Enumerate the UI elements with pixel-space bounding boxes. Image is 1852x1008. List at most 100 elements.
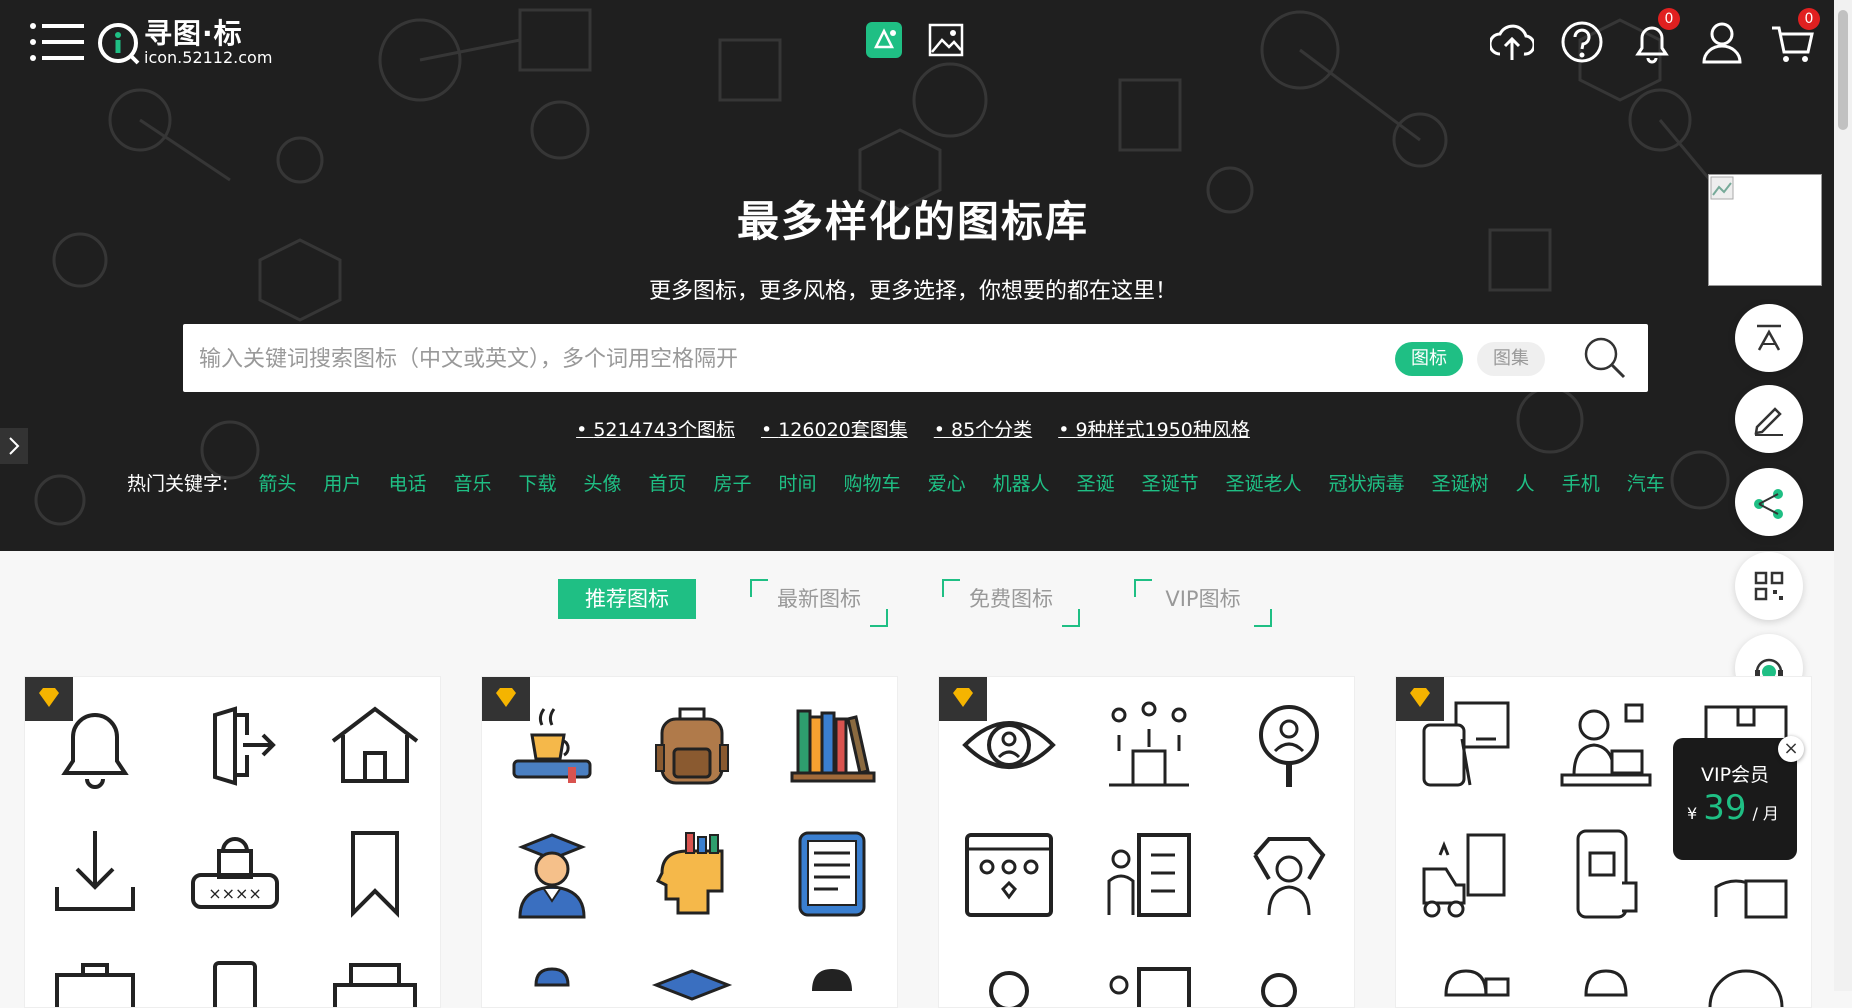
task-list-person-icon: [1107, 833, 1191, 917]
tab-free[interactable]: 免费图标: [942, 579, 1080, 627]
ai-design-icon[interactable]: [866, 22, 902, 58]
vip-price: ¥ 39 / 月: [1687, 788, 1779, 828]
svg-text:××××: ××××: [208, 884, 262, 903]
help-icon[interactable]: [1560, 18, 1604, 66]
search-person-icon: [1259, 705, 1319, 787]
icon-set-card[interactable]: [938, 676, 1355, 1008]
hot-keyword[interactable]: 汽车: [1627, 469, 1665, 496]
page-scrollbar[interactable]: [1834, 0, 1852, 991]
close-icon[interactable]: ×: [1778, 736, 1804, 762]
tab-vip[interactable]: VIP图标: [1134, 579, 1272, 627]
notifications-button[interactable]: 0: [1630, 8, 1680, 66]
ebook-tablet-icon: [798, 831, 866, 917]
office-worker-icon: [1560, 703, 1652, 787]
center-tools: [866, 22, 964, 58]
user-account-icon[interactable]: [1700, 18, 1744, 66]
vip-promo-popup[interactable]: VIP会员 ¥ 39 / 月 ×: [1673, 736, 1804, 860]
forklift-icon: [1422, 833, 1506, 918]
person-icon: [989, 971, 1029, 1007]
search-type-icons[interactable]: 图标: [1395, 342, 1463, 376]
hot-keyword[interactable]: 箭头: [258, 469, 296, 496]
hot-keyword[interactable]: 音乐: [453, 469, 491, 496]
stat-icons[interactable]: 5214743个图标: [576, 415, 735, 442]
hot-keyword[interactable]: 首页: [649, 469, 687, 496]
icon-set-card[interactable]: ××××: [24, 676, 441, 1008]
search-icon[interactable]: [1583, 336, 1627, 380]
house-icon: [331, 706, 419, 783]
bookmark-icon: [351, 831, 399, 918]
tab-recommended[interactable]: 推荐图标: [558, 579, 696, 619]
feedback-button[interactable]: [1735, 385, 1803, 453]
team-building-icon: [1109, 701, 1189, 787]
cart-button[interactable]: 0: [1770, 8, 1820, 66]
site-logo[interactable]: 寻图·标 icon.52112.com: [96, 18, 272, 68]
stat-sets[interactable]: 126020套图集: [761, 415, 908, 442]
search-input[interactable]: [197, 324, 1361, 394]
hero-headline: 最多样化的图标库: [736, 197, 1089, 246]
tab-label: VIP图标: [1165, 587, 1241, 611]
tab-latest[interactable]: 最新图标: [750, 579, 888, 627]
worker-icon: [1584, 969, 1628, 997]
upload-cloud-icon[interactable]: [1490, 18, 1534, 66]
delivery-man-icon: [1444, 969, 1510, 997]
image-search-icon[interactable]: [928, 22, 964, 58]
bookshelf-icon: [790, 709, 876, 783]
hot-keyword[interactable]: 用户: [323, 469, 361, 496]
vip-price-value: 39: [1703, 788, 1747, 828]
hot-keyword[interactable]: 头像: [583, 469, 621, 496]
hot-keyword[interactable]: 圣诞: [1077, 469, 1115, 496]
hamburger-menu-icon[interactable]: [28, 20, 84, 64]
hot-keyword[interactable]: 房子: [714, 469, 752, 496]
user-chat-icon: [1261, 973, 1297, 1007]
broken-image-placeholder[interactable]: [1708, 174, 1822, 286]
head-ideas-icon: [655, 832, 724, 915]
icon-set-card[interactable]: [481, 676, 898, 1008]
chevron-right-icon: [9, 437, 20, 455]
qr-code-button[interactable]: [1735, 552, 1803, 620]
hot-keywords: 热门关键字: 箭头 用户 电话 音乐 下载 头像 首页 房子 时间 购物车 爱心…: [127, 469, 1692, 496]
icon-set-grid: ××××: [24, 676, 1812, 1008]
hot-keywords-label: 热门关键字:: [127, 473, 229, 495]
hot-keyword[interactable]: 圣诞节: [1142, 469, 1199, 496]
hot-keyword[interactable]: 手机: [1562, 469, 1600, 496]
hot-keyword[interactable]: 时间: [779, 469, 817, 496]
hot-keyword[interactable]: 圣诞老人: [1226, 469, 1302, 496]
search-bar: 图标 图集: [183, 324, 1648, 394]
teacher-icon: [812, 969, 852, 991]
tab-corner: [870, 609, 888, 627]
hot-keyword[interactable]: 电话: [388, 469, 426, 496]
user-tools: 0 0: [1490, 8, 1820, 66]
tab-corner: [942, 579, 960, 597]
share-button[interactable]: [1735, 468, 1803, 536]
tab-label: 最新图标: [777, 587, 861, 611]
coffee-book-icon: [512, 708, 592, 783]
hot-keyword[interactable]: 圣诞树: [1432, 469, 1489, 496]
hero-banner: 寻图·标 icon.52112.com 0 0 最多样化的图标库 更多图标，更多…: [0, 0, 1834, 551]
qr-code-icon: [1754, 571, 1784, 601]
scrollbar-thumb[interactable]: [1838, 10, 1848, 130]
employee-hands-icon: [1253, 837, 1326, 916]
vip-price-unit: / 月: [1752, 804, 1779, 823]
back-to-top-button[interactable]: [1735, 304, 1803, 372]
broken-image-icon: [1710, 176, 1734, 200]
stat-categories[interactable]: 85个分类: [934, 415, 1032, 442]
printer-icon: [333, 963, 417, 1007]
hot-keyword[interactable]: 冠状病毒: [1329, 469, 1405, 496]
backpack-icon: [655, 707, 729, 785]
hot-keyword[interactable]: 爱心: [928, 469, 966, 496]
search-type-sets[interactable]: 图集: [1477, 342, 1545, 376]
hot-keyword[interactable]: 下载: [518, 469, 556, 496]
logo-mark-icon: [98, 23, 140, 65]
stat-styles[interactable]: 9种样式1950种风格: [1058, 415, 1249, 442]
exit-door-icon: [213, 706, 276, 786]
hot-keyword[interactable]: 人: [1516, 469, 1535, 496]
logo-text: 寻图·标 icon.52112.com: [144, 19, 272, 67]
tab-corner: [1134, 579, 1152, 597]
back-to-top-icon: [1757, 324, 1781, 351]
hot-keyword[interactable]: 机器人: [993, 469, 1050, 496]
side-expand-tab[interactable]: [0, 428, 28, 464]
timer-icon: [1708, 969, 1784, 1007]
download-icon: [55, 831, 135, 911]
hero-subline: 更多图标，更多风格，更多选择，你想要的都在这里！: [648, 279, 1177, 304]
hot-keyword[interactable]: 购物车: [844, 469, 901, 496]
